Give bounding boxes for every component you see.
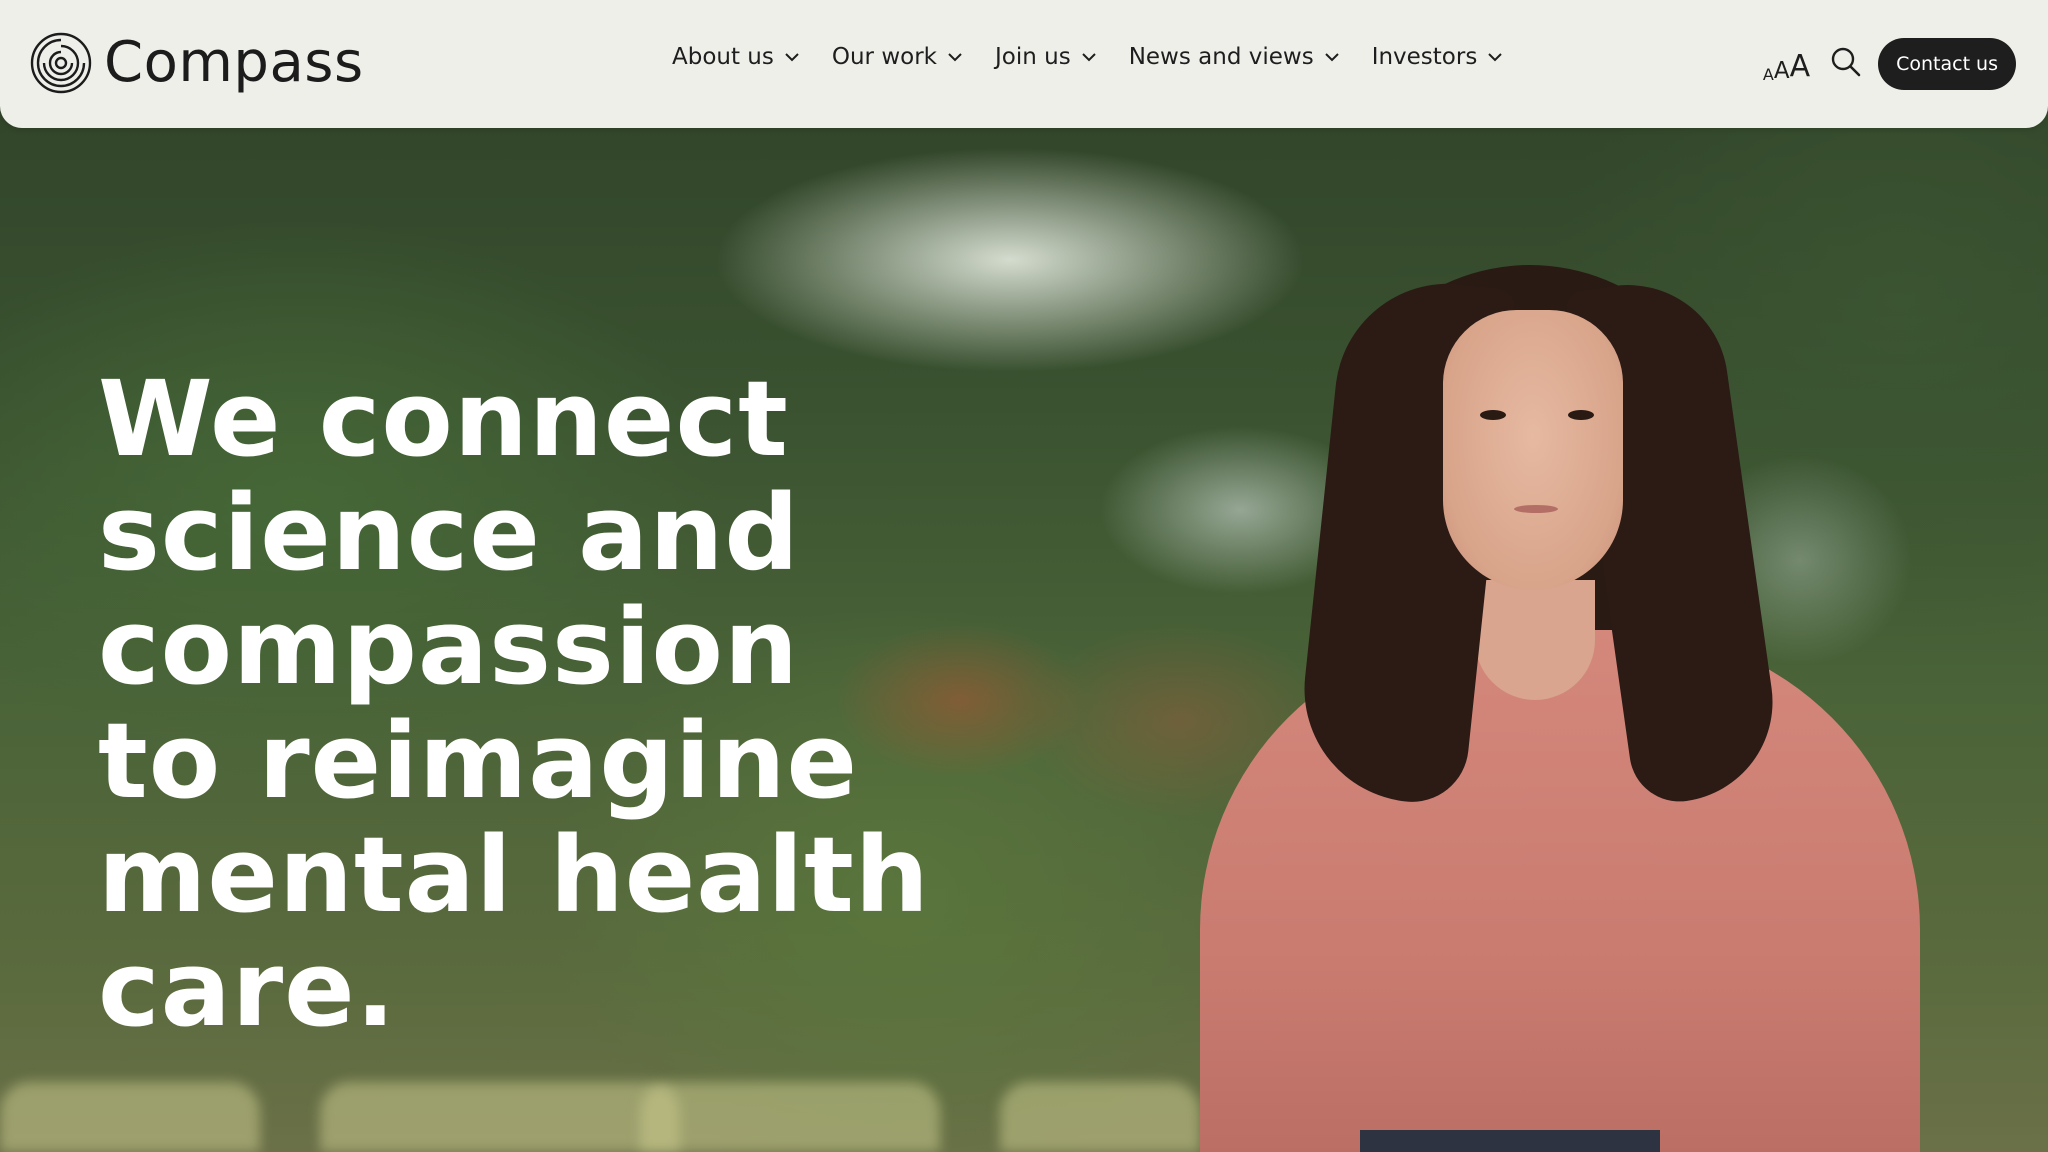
nav-item-label: About us [672, 44, 774, 70]
nav-item-news-and-views[interactable]: News and views [1129, 44, 1340, 70]
blurred-cushion [1000, 1082, 1200, 1152]
nav-item-label: Investors [1371, 44, 1478, 70]
chevron-down-icon [947, 52, 963, 62]
blurred-cushion [640, 1082, 940, 1152]
nav-item-our-work[interactable]: Our work [832, 44, 963, 70]
chevron-down-icon [784, 52, 800, 62]
nav-item-label: News and views [1128, 44, 1314, 70]
nav-item-label: Join us [994, 44, 1071, 70]
main-nav: About us Our work Join us News and views… [672, 44, 1535, 70]
hero-person-photo [1180, 250, 1940, 1152]
nav-item-about-us[interactable]: About us [672, 44, 800, 70]
brand-name: Compass [104, 30, 364, 95]
person-eye-left [1480, 410, 1506, 420]
text-size-large: A [1789, 49, 1811, 84]
chevron-down-icon [1324, 52, 1340, 62]
compass-rings-logo-icon [30, 32, 92, 94]
person-face [1443, 310, 1623, 590]
header-tools: A A A Contact us [1763, 38, 2016, 90]
blurred-cushion [320, 1082, 680, 1152]
person-eye-right [1568, 410, 1594, 420]
person-neck [1475, 580, 1595, 700]
search-button[interactable] [1826, 44, 1866, 84]
text-size-button[interactable]: A A A [1763, 44, 1810, 84]
search-icon [1830, 46, 1862, 83]
text-size-medium: A [1773, 58, 1790, 84]
nav-item-label: Our work [831, 44, 937, 70]
hero-headline: We connect science and compassion to rei… [98, 358, 930, 1050]
nav-item-investors[interactable]: Investors [1372, 44, 1504, 70]
person-mouth [1514, 505, 1558, 513]
person-belt [1360, 1130, 1660, 1152]
chevron-down-icon [1487, 52, 1503, 62]
site-header: Compass About us Our work Join us News a… [0, 0, 2048, 128]
text-size-small: A [1762, 65, 1774, 84]
contact-us-button[interactable]: Contact us [1878, 38, 2016, 90]
chevron-down-icon [1081, 52, 1097, 62]
nav-item-join-us[interactable]: Join us [995, 44, 1097, 70]
logo-link[interactable]: Compass [30, 30, 364, 96]
blurred-cushion [0, 1082, 260, 1152]
